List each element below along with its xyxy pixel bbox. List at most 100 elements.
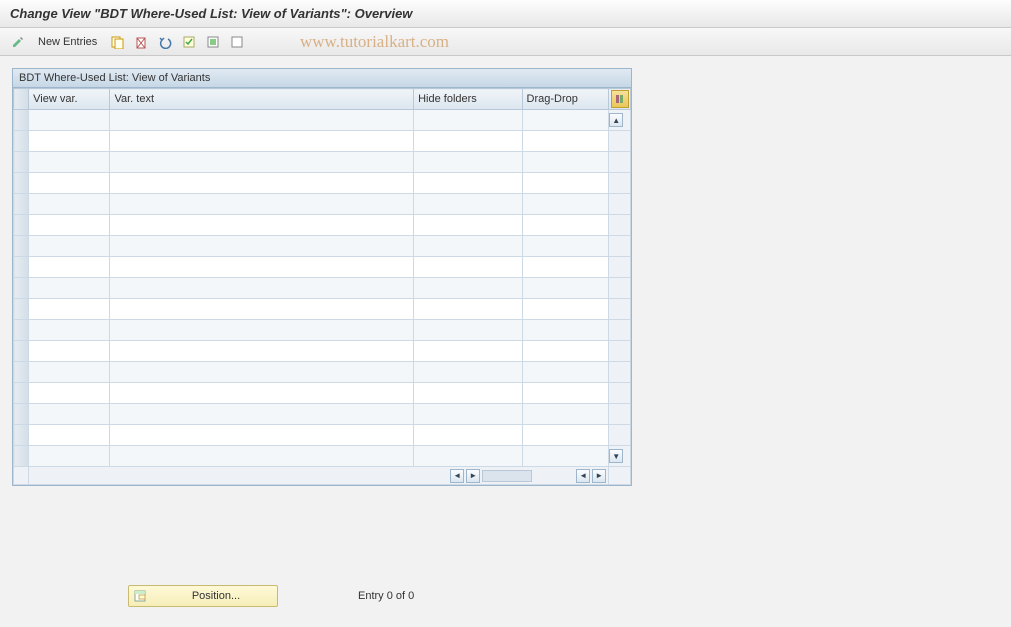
row-selector[interactable] bbox=[14, 194, 29, 215]
cell-view-var[interactable] bbox=[29, 215, 110, 236]
copy-as-icon[interactable] bbox=[107, 32, 127, 52]
cell-drag-drop[interactable] bbox=[522, 446, 609, 467]
cell-var-text[interactable] bbox=[110, 446, 414, 467]
cell-hide-folders[interactable] bbox=[414, 446, 522, 467]
cell-view-var[interactable] bbox=[29, 341, 110, 362]
scroll-right-end-icon[interactable]: ► bbox=[592, 469, 606, 483]
vertical-scroll-cell[interactable] bbox=[609, 341, 631, 362]
row-selector[interactable] bbox=[14, 131, 29, 152]
vertical-scroll-cell[interactable] bbox=[609, 236, 631, 257]
cell-hide-folders[interactable] bbox=[414, 131, 522, 152]
scroll-up-icon[interactable]: ▲ bbox=[609, 113, 623, 127]
table-settings-corner[interactable] bbox=[609, 89, 631, 110]
vertical-scroll-cell[interactable] bbox=[609, 215, 631, 236]
cell-drag-drop[interactable] bbox=[522, 362, 609, 383]
row-selector[interactable] bbox=[14, 215, 29, 236]
cell-var-text[interactable] bbox=[110, 383, 414, 404]
cell-hide-folders[interactable] bbox=[414, 383, 522, 404]
cell-var-text[interactable] bbox=[110, 152, 414, 173]
cell-var-text[interactable] bbox=[110, 425, 414, 446]
cell-view-var[interactable] bbox=[29, 404, 110, 425]
cell-hide-folders[interactable] bbox=[414, 278, 522, 299]
row-selector[interactable] bbox=[14, 404, 29, 425]
row-selector[interactable] bbox=[14, 278, 29, 299]
row-selector[interactable] bbox=[14, 341, 29, 362]
row-selector[interactable] bbox=[14, 110, 29, 131]
cell-var-text[interactable] bbox=[110, 236, 414, 257]
row-selector[interactable] bbox=[14, 152, 29, 173]
cell-hide-folders[interactable] bbox=[414, 215, 522, 236]
cell-var-text[interactable] bbox=[110, 278, 414, 299]
vertical-scroll-cell[interactable] bbox=[609, 383, 631, 404]
cell-view-var[interactable] bbox=[29, 299, 110, 320]
vertical-scroll-cell[interactable] bbox=[609, 404, 631, 425]
toggle-change-icon[interactable] bbox=[8, 32, 28, 52]
cell-drag-drop[interactable] bbox=[522, 152, 609, 173]
vertical-scroll-cell[interactable] bbox=[609, 257, 631, 278]
row-selector[interactable] bbox=[14, 257, 29, 278]
cell-hide-folders[interactable] bbox=[414, 257, 522, 278]
cell-view-var[interactable] bbox=[29, 278, 110, 299]
cell-hide-folders[interactable] bbox=[414, 299, 522, 320]
scroll-track[interactable] bbox=[482, 470, 532, 482]
cell-view-var[interactable] bbox=[29, 257, 110, 278]
cell-drag-drop[interactable] bbox=[522, 320, 609, 341]
cell-view-var[interactable] bbox=[29, 425, 110, 446]
cell-hide-folders[interactable] bbox=[414, 404, 522, 425]
cell-drag-drop[interactable] bbox=[522, 215, 609, 236]
cell-hide-folders[interactable] bbox=[414, 425, 522, 446]
cell-hide-folders[interactable] bbox=[414, 362, 522, 383]
cell-hide-folders[interactable] bbox=[414, 341, 522, 362]
cell-drag-drop[interactable] bbox=[522, 404, 609, 425]
cell-drag-drop[interactable] bbox=[522, 299, 609, 320]
deselect-all-icon[interactable] bbox=[227, 32, 247, 52]
cell-drag-drop[interactable] bbox=[522, 110, 609, 131]
undo-change-icon[interactable] bbox=[155, 32, 175, 52]
cell-var-text[interactable] bbox=[110, 299, 414, 320]
column-header-var-text[interactable]: Var. text bbox=[110, 89, 414, 110]
cell-drag-drop[interactable] bbox=[522, 257, 609, 278]
vertical-scroll-cell[interactable]: ▼ bbox=[609, 446, 631, 467]
cell-drag-drop[interactable] bbox=[522, 383, 609, 404]
column-header-drag-drop[interactable]: Drag-Drop bbox=[522, 89, 609, 110]
vertical-scroll-cell[interactable]: ▲ bbox=[609, 110, 631, 131]
cell-view-var[interactable] bbox=[29, 446, 110, 467]
cell-hide-folders[interactable] bbox=[414, 320, 522, 341]
row-selector[interactable] bbox=[14, 446, 29, 467]
row-selector-header[interactable] bbox=[14, 89, 29, 110]
cell-drag-drop[interactable] bbox=[522, 236, 609, 257]
row-selector[interactable] bbox=[14, 362, 29, 383]
row-selector[interactable] bbox=[14, 383, 29, 404]
vertical-scroll-cell[interactable] bbox=[609, 278, 631, 299]
cell-var-text[interactable] bbox=[110, 110, 414, 131]
cell-view-var[interactable] bbox=[29, 173, 110, 194]
cell-var-text[interactable] bbox=[110, 215, 414, 236]
row-selector[interactable] bbox=[14, 320, 29, 341]
cell-drag-drop[interactable] bbox=[522, 425, 609, 446]
cell-var-text[interactable] bbox=[110, 173, 414, 194]
cell-view-var[interactable] bbox=[29, 131, 110, 152]
vertical-scroll-cell[interactable] bbox=[609, 173, 631, 194]
select-all-icon[interactable] bbox=[179, 32, 199, 52]
cell-view-var[interactable] bbox=[29, 194, 110, 215]
horizontal-scrollbar[interactable]: ◄ ► ◄ ► bbox=[31, 469, 606, 483]
cell-view-var[interactable] bbox=[29, 236, 110, 257]
cell-view-var[interactable] bbox=[29, 152, 110, 173]
cell-var-text[interactable] bbox=[110, 131, 414, 152]
cell-view-var[interactable] bbox=[29, 320, 110, 341]
cell-view-var[interactable] bbox=[29, 383, 110, 404]
select-block-icon[interactable] bbox=[203, 32, 223, 52]
row-selector[interactable] bbox=[14, 299, 29, 320]
cell-view-var[interactable] bbox=[29, 362, 110, 383]
cell-drag-drop[interactable] bbox=[522, 173, 609, 194]
cell-hide-folders[interactable] bbox=[414, 173, 522, 194]
cell-var-text[interactable] bbox=[110, 404, 414, 425]
cell-drag-drop[interactable] bbox=[522, 194, 609, 215]
vertical-scroll-cell[interactable] bbox=[609, 362, 631, 383]
vertical-scroll-cell[interactable] bbox=[609, 152, 631, 173]
cell-hide-folders[interactable] bbox=[414, 152, 522, 173]
vertical-scroll-cell[interactable] bbox=[609, 425, 631, 446]
cell-hide-folders[interactable] bbox=[414, 110, 522, 131]
cell-var-text[interactable] bbox=[110, 341, 414, 362]
vertical-scroll-cell[interactable] bbox=[609, 194, 631, 215]
